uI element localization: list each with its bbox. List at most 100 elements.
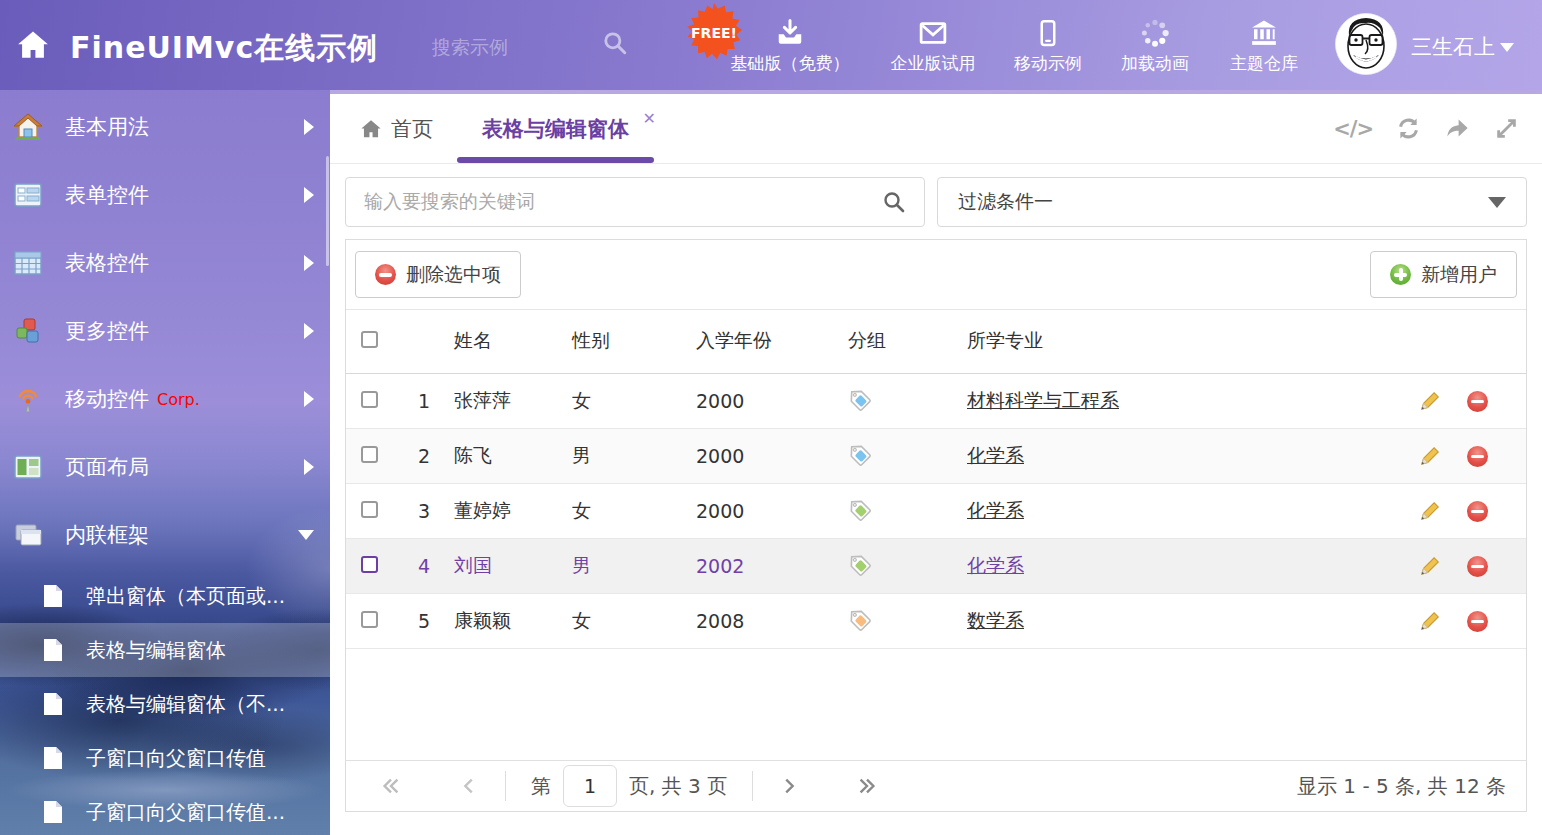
app-header: FineUIMvc在线示例 搜索示例 FREE! 基础版（免费） 企业版试用 移… [0, 0, 1542, 90]
nav-mobile-demo[interactable]: 移动示例 [1005, 0, 1091, 90]
delete-row-icon[interactable] [1467, 501, 1488, 522]
edit-pencil-icon[interactable] [1419, 390, 1441, 412]
nav-basic-free[interactable]: 基础版（免费） [724, 0, 856, 90]
sidebar-subitem-grid-edit-window-2[interactable]: 表格与编辑窗体（不... [0, 677, 330, 731]
next-page-icon[interactable] [778, 775, 800, 797]
header-search-input[interactable]: 搜索示例 [432, 35, 508, 61]
sidebar-item-more-controls[interactable]: 更多控件 [0, 297, 330, 365]
major-link[interactable]: 数学系 [967, 609, 1024, 631]
sidebar-item-table-controls[interactable]: 表格控件 [0, 229, 330, 297]
row-checkbox[interactable] [361, 611, 378, 628]
major-link[interactable]: 化学系 [967, 499, 1024, 521]
nav-enterprise-trial[interactable]: 企业版试用 [880, 0, 986, 90]
first-page-icon[interactable] [380, 775, 402, 797]
view-source-icon[interactable]: </> [1333, 117, 1373, 141]
major-link[interactable]: 化学系 [967, 554, 1024, 576]
form-icon [13, 180, 43, 210]
pagination-summary: 显示 1 - 5 条, 共 12 条 [1297, 773, 1506, 800]
refresh-icon[interactable] [1395, 115, 1422, 142]
row-checkbox[interactable] [361, 391, 378, 408]
add-user-button[interactable]: 新增用户 [1370, 251, 1517, 298]
sidebar-subitem-popup-window[interactable]: 弹出窗体（本页面或... [0, 569, 330, 623]
col-header-group[interactable]: 分组 [820, 310, 935, 373]
chevron-right-icon [304, 323, 314, 339]
col-header-major[interactable]: 所学专业 [935, 310, 1396, 373]
row-number: 2 [394, 428, 430, 483]
sidebar-item-basic-usage[interactable]: 基本用法 [0, 93, 330, 161]
delete-selected-button[interactable]: 删除选中项 [355, 251, 521, 298]
row-checkbox[interactable] [361, 446, 378, 463]
major-link[interactable]: 化学系 [967, 444, 1024, 466]
chevron-right-icon [304, 391, 314, 407]
tag-icon [846, 551, 872, 577]
delete-row-icon[interactable] [1467, 556, 1488, 577]
sidebar-item-page-layout[interactable]: 页面布局 [0, 433, 330, 501]
major-link[interactable]: 材料科学与工程系 [967, 389, 1119, 411]
prev-page-icon[interactable] [458, 775, 480, 797]
last-page-icon[interactable] [856, 775, 878, 797]
file-icon [42, 638, 64, 662]
active-tab-underline [457, 157, 654, 163]
tab-close-icon[interactable]: ✕ [643, 109, 656, 128]
col-header-name[interactable]: 姓名 [430, 310, 550, 373]
table-row[interactable]: 3董婷婷女2000化学系 [346, 483, 1526, 538]
main-area: 首页 表格与编辑窗体 ✕ </> 输入要搜索的关键词 过滤 [330, 90, 1542, 835]
share-icon[interactable] [1444, 115, 1471, 142]
select-all-checkbox[interactable] [361, 331, 378, 348]
user-dropdown-caret[interactable] [1500, 43, 1514, 52]
nav-loading-animation[interactable]: 加载动画 [1112, 0, 1198, 90]
tab-grid-edit-window[interactable]: 表格与编辑窗体 ✕ [457, 94, 654, 163]
table-row[interactable]: 1张萍萍女2000材料科学与工程系 [346, 373, 1526, 428]
user-avatar[interactable] [1335, 13, 1397, 75]
table-row[interactable]: 5康颖颖女2008数学系 [346, 593, 1526, 648]
sidebar-subitem-child-to-parent[interactable]: 子窗口向父窗口传值 [0, 731, 330, 785]
corp-badge: Corp. [157, 390, 200, 409]
edit-pencil-icon[interactable] [1419, 445, 1441, 467]
edit-pencil-icon[interactable] [1419, 555, 1441, 577]
keyword-search-input[interactable]: 输入要搜索的关键词 [345, 177, 925, 227]
row-checkbox[interactable] [361, 556, 378, 573]
delete-row-icon[interactable] [1467, 446, 1488, 467]
sidebar-item-form-controls[interactable]: 表单控件 [0, 161, 330, 229]
sidebar-item-inline-frames[interactable]: 内联框架 [0, 501, 330, 569]
delete-row-icon[interactable] [1467, 611, 1488, 632]
edit-pencil-icon[interactable] [1419, 500, 1441, 522]
row-number: 5 [394, 593, 430, 648]
chevron-down-icon [298, 530, 314, 540]
chevron-right-icon [304, 119, 314, 135]
cell-name: 刘国 [430, 538, 550, 593]
table-row[interactable]: 2陈飞男2000化学系 [346, 428, 1526, 483]
file-icon [42, 584, 64, 608]
cell-year: 2000 [667, 483, 820, 538]
delete-row-icon[interactable] [1467, 391, 1488, 412]
edit-pencil-icon[interactable] [1419, 610, 1441, 632]
grid-toolbar: 删除选中项 新增用户 [346, 240, 1526, 310]
col-header-year[interactable]: 入学年份 [667, 310, 820, 373]
app-home-icon[interactable] [16, 28, 50, 62]
filter-dropdown[interactable]: 过滤条件一 [937, 177, 1527, 227]
tab-home[interactable]: 首页 [360, 94, 433, 163]
page-number-input[interactable]: 1 [563, 765, 617, 807]
username[interactable]: 三生石上 [1411, 33, 1495, 61]
file-icon [42, 692, 64, 716]
row-checkbox[interactable] [361, 501, 378, 518]
sidebar-item-mobile-controls[interactable]: 移动控件 Corp. [0, 365, 330, 433]
cell-gender: 女 [550, 373, 667, 428]
chevron-right-icon [304, 187, 314, 203]
sidebar-subitem-grid-edit-window[interactable]: 表格与编辑窗体 [0, 623, 330, 677]
cell-year: 2002 [667, 538, 820, 593]
expand-icon[interactable] [1493, 115, 1520, 142]
nav-theme-repo[interactable]: 主题仓库 [1221, 0, 1307, 90]
sidebar: 基本用法 表单控件 表格控件 更多控件 移动控件 Corp. [0, 90, 330, 835]
header-search-icon[interactable] [602, 30, 628, 56]
plus-circle-icon [1390, 264, 1411, 285]
envelope-icon [918, 18, 948, 48]
layout-icon [13, 452, 43, 482]
col-header-gender[interactable]: 性别 [550, 310, 667, 373]
grid-panel: 删除选中项 新增用户 姓名 性别 [345, 239, 1527, 812]
cell-gender: 女 [550, 593, 667, 648]
sidebar-subitem-child-to-parent-2[interactable]: 子窗口向父窗口传值... [0, 785, 330, 835]
cell-gender: 男 [550, 538, 667, 593]
table-row[interactable]: 4刘国男2002化学系 [346, 538, 1526, 593]
search-icon[interactable] [882, 190, 906, 214]
